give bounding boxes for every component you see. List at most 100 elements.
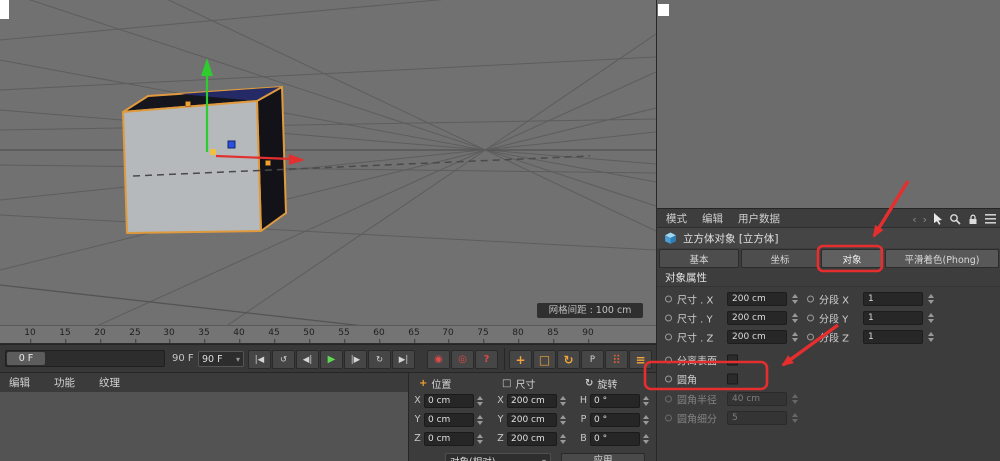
menu-edit[interactable]: 编辑	[9, 375, 30, 390]
object-properties-rows: 尺寸 . X 200 cm 分段 X 1 尺寸 . Y 200 cm 分段 Y …	[657, 287, 1000, 461]
history-forward-icon[interactable]: ›	[923, 213, 927, 226]
search-icon[interactable]	[949, 213, 961, 225]
ruler-tick: 80	[512, 328, 524, 343]
loop-button[interactable]: ↻	[368, 350, 391, 369]
position-z-input[interactable]: 0 cm	[424, 431, 474, 446]
size-y-input[interactable]: 200 cm	[507, 412, 557, 427]
rotation-p-input[interactable]: 0 °	[590, 412, 640, 427]
segments-x-value-input[interactable]: 1	[863, 291, 923, 306]
attribute-menubar: 模式 编辑 用户数据 ‹ ›	[657, 208, 1000, 228]
keyframe-dot-icon[interactable]	[665, 295, 672, 302]
position-x-input[interactable]: 0 cm	[424, 393, 474, 408]
next-frame-button[interactable]: |▶	[344, 350, 367, 369]
origin-handle[interactable]	[210, 149, 216, 155]
c4d-window: 网格间距 : 100 cm 10 15 20 25 30 35 40 45 50…	[0, 0, 1000, 461]
fillet-radius-row: 圆角半径 40 cm	[657, 389, 1000, 408]
cube-icon	[665, 232, 676, 244]
menu-user-data[interactable]: 用户数据	[738, 211, 780, 226]
cube-object[interactable]	[122, 86, 287, 234]
stepper[interactable]	[927, 293, 935, 304]
goto-start-button[interactable]: |◀	[248, 350, 271, 369]
key-scale-button[interactable]: □	[533, 350, 556, 369]
ruler-tick: 70	[442, 328, 454, 343]
z-axis-handle[interactable]	[227, 140, 236, 149]
goto-end-button[interactable]: ▶|	[392, 350, 415, 369]
tab-object[interactable]: 对象	[821, 249, 883, 268]
param-label: 分离表面	[677, 356, 717, 367]
timeline-slider[interactable]: 0 F	[5, 350, 165, 367]
size-z-value-input[interactable]: 200 cm	[727, 329, 787, 344]
history-back-icon[interactable]: ‹	[912, 213, 916, 226]
ruler-tick: 45	[268, 328, 280, 343]
tab-coordinates[interactable]: 坐标	[741, 249, 819, 268]
rotation-h-input[interactable]: 0 °	[590, 393, 640, 408]
separate-surfaces-checkbox[interactable]	[727, 354, 738, 365]
size-title: 尺寸	[515, 379, 536, 391]
stepper[interactable]	[927, 312, 935, 323]
size-z-input[interactable]: 200 cm	[507, 431, 557, 446]
keyframe-options-button[interactable]: ?	[475, 350, 498, 369]
keyframe-dot-icon[interactable]	[665, 375, 672, 382]
rotation-b-input[interactable]: 0 °	[590, 431, 640, 446]
stepper[interactable]	[791, 331, 799, 342]
layers-button[interactable]: ≡	[629, 350, 652, 369]
axis-label: P	[580, 414, 587, 425]
apply-button[interactable]: 应用	[561, 453, 645, 461]
stepper[interactable]	[642, 433, 650, 444]
segments-z-value-input[interactable]: 1	[863, 329, 923, 344]
keyframe-dot-icon[interactable]	[665, 314, 672, 321]
keyframe-dot-icon[interactable]	[807, 295, 814, 302]
play-reverse-loop-button[interactable]: ↺	[272, 350, 295, 369]
stepper[interactable]	[642, 395, 650, 406]
menu-function[interactable]: 功能	[54, 375, 75, 390]
key-position-button[interactable]: +	[509, 350, 532, 369]
record-keyframe-button[interactable]: ◉	[427, 350, 450, 369]
menu-edit[interactable]: 编辑	[702, 211, 723, 226]
timeline-ruler[interactable]: 10 15 20 25 30 35 40 45 50 55 60 65 70 7…	[0, 325, 656, 344]
lock-icon[interactable]	[967, 213, 979, 225]
previous-frame-button[interactable]: ◀|	[296, 350, 319, 369]
material-manager-area[interactable]	[0, 392, 408, 461]
axis-label: X	[497, 395, 504, 406]
scale-icon: □	[502, 377, 512, 389]
keyframe-dot-icon[interactable]	[665, 356, 672, 363]
keyframe-dot-icon[interactable]	[807, 314, 814, 321]
frame-range-dropdown[interactable]: 90 F ▾	[198, 351, 244, 367]
stepper[interactable]	[476, 414, 484, 425]
stepper[interactable]	[559, 414, 567, 425]
size-y-value-input[interactable]: 200 cm	[727, 310, 787, 325]
key-parameter-button[interactable]: P	[581, 350, 604, 369]
stepper[interactable]	[642, 414, 650, 425]
stepper[interactable]	[559, 433, 567, 444]
current-frame-thumb[interactable]: 0 F	[7, 352, 45, 365]
stepper[interactable]	[559, 395, 567, 406]
stepper[interactable]	[791, 293, 799, 304]
keyframe-dot-icon[interactable]	[665, 333, 672, 340]
size-x-input[interactable]: 200 cm	[507, 393, 557, 408]
stepper[interactable]	[476, 395, 484, 406]
segments-y-value-input[interactable]: 1	[863, 310, 923, 325]
frame-range-value: 90 F	[202, 353, 223, 365]
axis-label: Z	[414, 433, 421, 444]
menu-icon[interactable]	[985, 214, 996, 224]
keyframe-dot-icon[interactable]	[807, 333, 814, 340]
3d-viewport[interactable]: 网格间距 : 100 cm	[0, 0, 656, 325]
menu-texture[interactable]: 纹理	[99, 375, 120, 390]
play-button[interactable]: ▶	[320, 350, 343, 369]
key-rotation-button[interactable]: ↻	[557, 350, 580, 369]
stepper[interactable]	[927, 331, 935, 342]
tab-basic[interactable]: 基本	[659, 249, 739, 268]
stepper[interactable]	[476, 433, 484, 444]
rotate-icon: ↻	[585, 377, 594, 389]
menu-mode[interactable]: 模式	[666, 211, 687, 226]
tab-phong[interactable]: 平滑着色(Phong)	[885, 249, 999, 268]
stepper[interactable]	[791, 312, 799, 323]
size-x-value-input[interactable]: 200 cm	[727, 291, 787, 306]
fillet-checkbox[interactable]	[727, 373, 738, 384]
keyframe-selection-button[interactable]: ⠿	[605, 350, 628, 369]
cursor-icon[interactable]	[933, 213, 943, 225]
autokey-button[interactable]: ◎	[451, 350, 474, 369]
keyframe-dot-icon	[665, 395, 672, 402]
coordinate-mode-dropdown[interactable]: 对象(相对) ▾	[445, 453, 551, 461]
position-y-input[interactable]: 0 cm	[424, 412, 474, 427]
